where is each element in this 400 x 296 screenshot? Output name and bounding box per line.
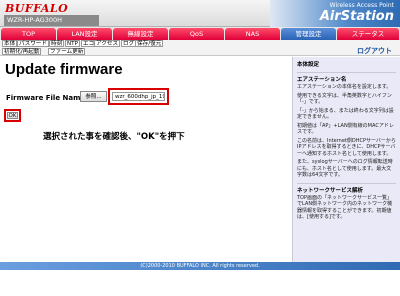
help-section-title: ネットワークサービス解析 [297,182,396,194]
help-panel: 本体設定 エアステーション名 エアステーションの本体名を設定します。 使用できる… [292,57,400,262]
help-text: TOP画面の「ネットワークサービス一覧」でLAN側ネットワーク内のネットワーク機… [297,194,393,221]
instruction-annotation: 選択された事を確認後、"OK"を押下 [43,132,185,142]
help-text: 使用できる文字は、半角英数字とハイフン「-」です。 [297,92,392,106]
tab-lan[interactable]: LAN設定 [57,28,112,40]
subnav-item-basic[interactable]: 本体 [2,40,18,47]
tab-qos[interactable]: QoS [169,28,224,40]
page-title: Update firmware [5,61,123,78]
brand-banner: Wireless Access Point AirStation [270,0,400,27]
tab-top[interactable]: TOP [1,28,56,40]
help-text: また、syslogサーバーへのログ情報転送時にも、ホスト名として使用します。最大… [297,159,393,178]
help-text: 初期値は「AP」+LAN側有線のMACアドレスです。 [297,122,394,136]
footer: (C)2000-2010 BUFFALO INC. All rights res… [0,262,400,296]
main-content: Update firmware Firmware File Name 参照...… [0,57,292,262]
help-section-title: エアステーション名 [297,72,396,83]
help-text: エアステーションの本体名を設定します。 [297,84,392,90]
help-heading: 本体設定 [297,62,320,68]
subnav-item-ntp[interactable]: NTP [65,40,80,47]
help-text: 「-」から始まる、または終わる文字列は設定できません。 [297,107,394,121]
logout-link[interactable]: ログアウト [357,46,392,56]
model-name: WZR-HP-AG300H [4,15,99,26]
subnav-item-password[interactable]: パスワード [17,40,49,47]
help-text: この名前は、Internet側DHCPサーバーからIPアドレスを取得するときに、… [297,137,396,157]
ok-button-highlight: OK [4,109,21,122]
main-nav: TOP LAN設定 無線設定 QoS NAS 管理設定 ステータス [0,27,400,40]
firmware-file-input[interactable]: wzr_600dhp_jp_199 [112,92,165,101]
subnav-item-firmware[interactable]: ファーム更新 [48,48,86,55]
subnav-item-reset[interactable]: 初期化/再起動 [2,48,42,55]
subnav-item-time[interactable]: 時刻 [49,40,65,47]
brand-subtitle: Wireless Access Point [329,2,394,9]
subnav-item-backup[interactable]: 保存/復元 [135,40,164,47]
firmware-file-label: Firmware File Name [6,94,86,102]
tab-admin[interactable]: 管理設定 [281,28,336,40]
copyright: (C)2000-2010 BUFFALO INC. All rights res… [0,262,400,270]
subnav-item-access[interactable]: アクセス [94,40,121,47]
file-input-highlight: wzr_600dhp_jp_199 [108,88,169,105]
sub-nav: 本体 パスワード 時刻 NTP エコ アクセス ログ 保存/復元 初期化/再起動… [0,40,400,56]
tab-status[interactable]: ステータス [337,28,399,40]
subnav-item-log[interactable]: ログ [121,40,137,47]
brand-title: AirStation [319,9,394,24]
buffalo-logo: BUFFALO [5,2,69,15]
tab-wireless[interactable]: 無線設定 [113,28,168,40]
tab-nas[interactable]: NAS [225,28,280,40]
ok-button[interactable]: OK [7,112,18,119]
app-header: BUFFALO WZR-HP-AG300H Wireless Access Po… [0,0,400,27]
browse-button[interactable]: 参照... [80,91,107,102]
